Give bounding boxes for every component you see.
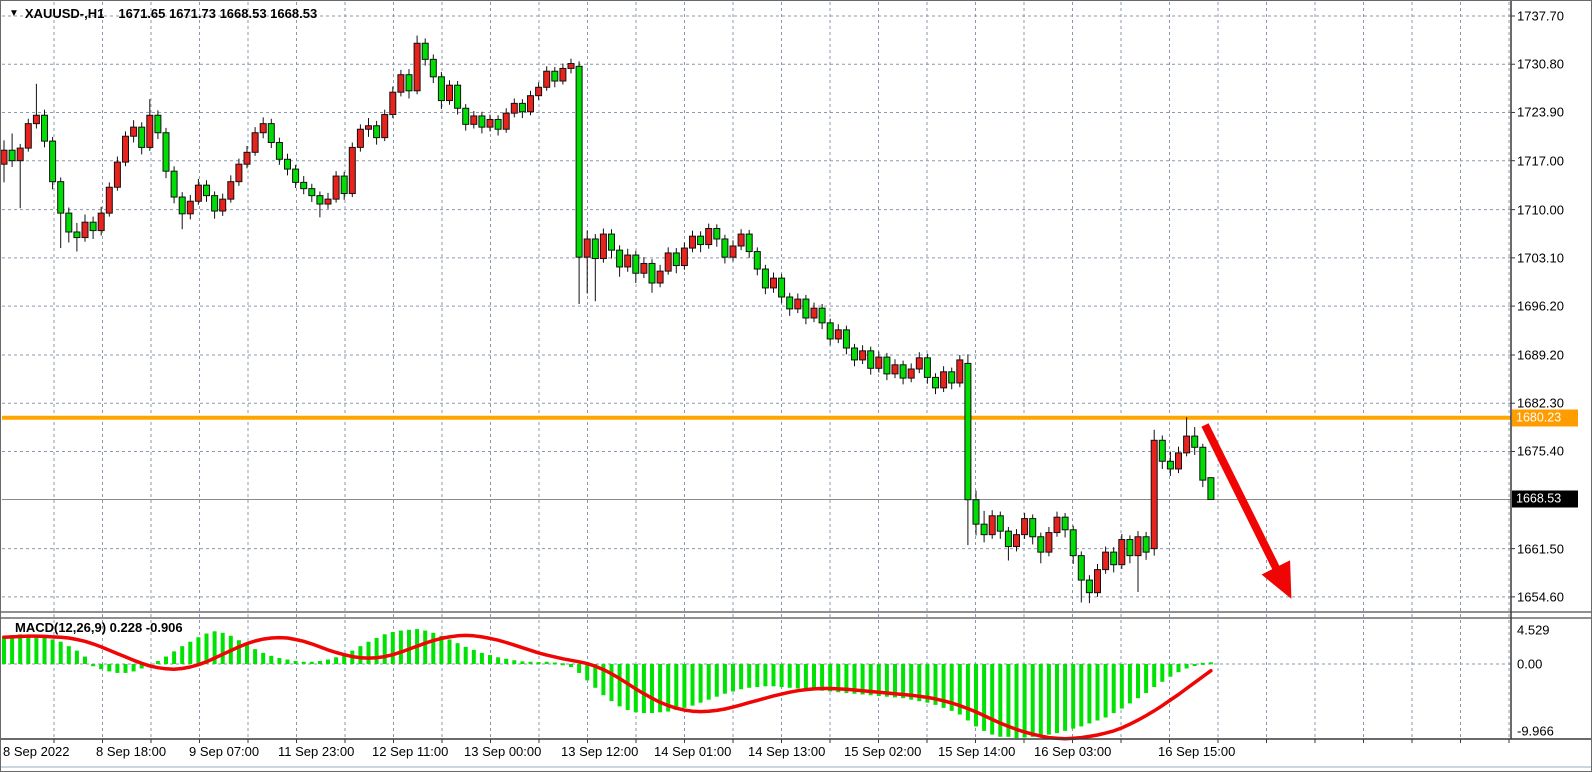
- ohlc-readout: 1671.65 1671.73 1668.53 1668.53: [118, 6, 317, 21]
- price-tick-label: 1730.80: [1517, 57, 1564, 72]
- time-tick-label: 12 Sep 11:00: [372, 744, 448, 759]
- price-tick-label: 1703.10: [1517, 250, 1564, 265]
- price-tick-label: 1710.00: [1517, 202, 1564, 217]
- time-tick-label: 8 Sep 2022: [3, 744, 70, 759]
- time-tick-label: 15 Sep 02:00: [844, 744, 921, 759]
- down-arrow-annotation: [1205, 425, 1285, 586]
- time-tick-label: 11 Sep 23:00: [278, 744, 354, 759]
- price-tick-label: 1654.60: [1517, 589, 1564, 604]
- time-tick-label: 15 Sep 14:00: [938, 744, 1015, 759]
- macd-indicator-label: MACD(12,26,9) 0.228 -0.906: [15, 620, 183, 635]
- bid-price-tag: 1668.53: [1512, 491, 1578, 508]
- price-tick-label: 1689.20: [1517, 348, 1564, 363]
- time-tick-label: 16 Sep 15:00: [1158, 744, 1235, 759]
- macd-signal-line: [4, 635, 1211, 738]
- time-tick-label: 9 Sep 07:00: [189, 744, 259, 759]
- macd-tick-label: 0.00: [1517, 657, 1542, 672]
- macd-tick-label: -9.966: [1517, 724, 1554, 739]
- time-tick-label: 14 Sep 01:00: [654, 744, 731, 759]
- time-tick-label: 13 Sep 12:00: [561, 744, 638, 759]
- macd-tick-label: 4.529: [1517, 623, 1550, 638]
- chart-title-row: ▼ XAUUSD-,H1 1671.65 1671.73 1668.53 166…: [9, 6, 317, 21]
- time-tick-label: 14 Sep 13:00: [748, 744, 825, 759]
- price-tick-label: 1696.20: [1517, 299, 1564, 314]
- chart-canvas[interactable]: [1, 1, 1592, 772]
- time-tick-label: 16 Sep 03:00: [1034, 744, 1111, 759]
- symbol-dropdown-icon[interactable]: ▼: [9, 8, 19, 19]
- symbol-period-label: XAUUSD-,H1: [25, 6, 104, 21]
- orange-price-tag: 1680.23: [1512, 409, 1578, 426]
- price-tick-label: 1723.90: [1517, 105, 1564, 120]
- chart-window: ▼ XAUUSD-,H1 1671.65 1671.73 1668.53 166…: [0, 0, 1592, 772]
- price-tick-label: 1737.70: [1517, 9, 1564, 24]
- price-gridlines: [2, 16, 1511, 597]
- time-tick-label: 13 Sep 00:00: [464, 744, 541, 759]
- price-tick-label: 1675.40: [1517, 444, 1564, 459]
- price-tick-label: 1661.50: [1517, 541, 1564, 556]
- macd-histogram: [2, 629, 1213, 738]
- candlestick-series: [1, 36, 1214, 604]
- price-tick-label: 1717.00: [1517, 153, 1564, 168]
- time-tick-label: 8 Sep 18:00: [96, 744, 166, 759]
